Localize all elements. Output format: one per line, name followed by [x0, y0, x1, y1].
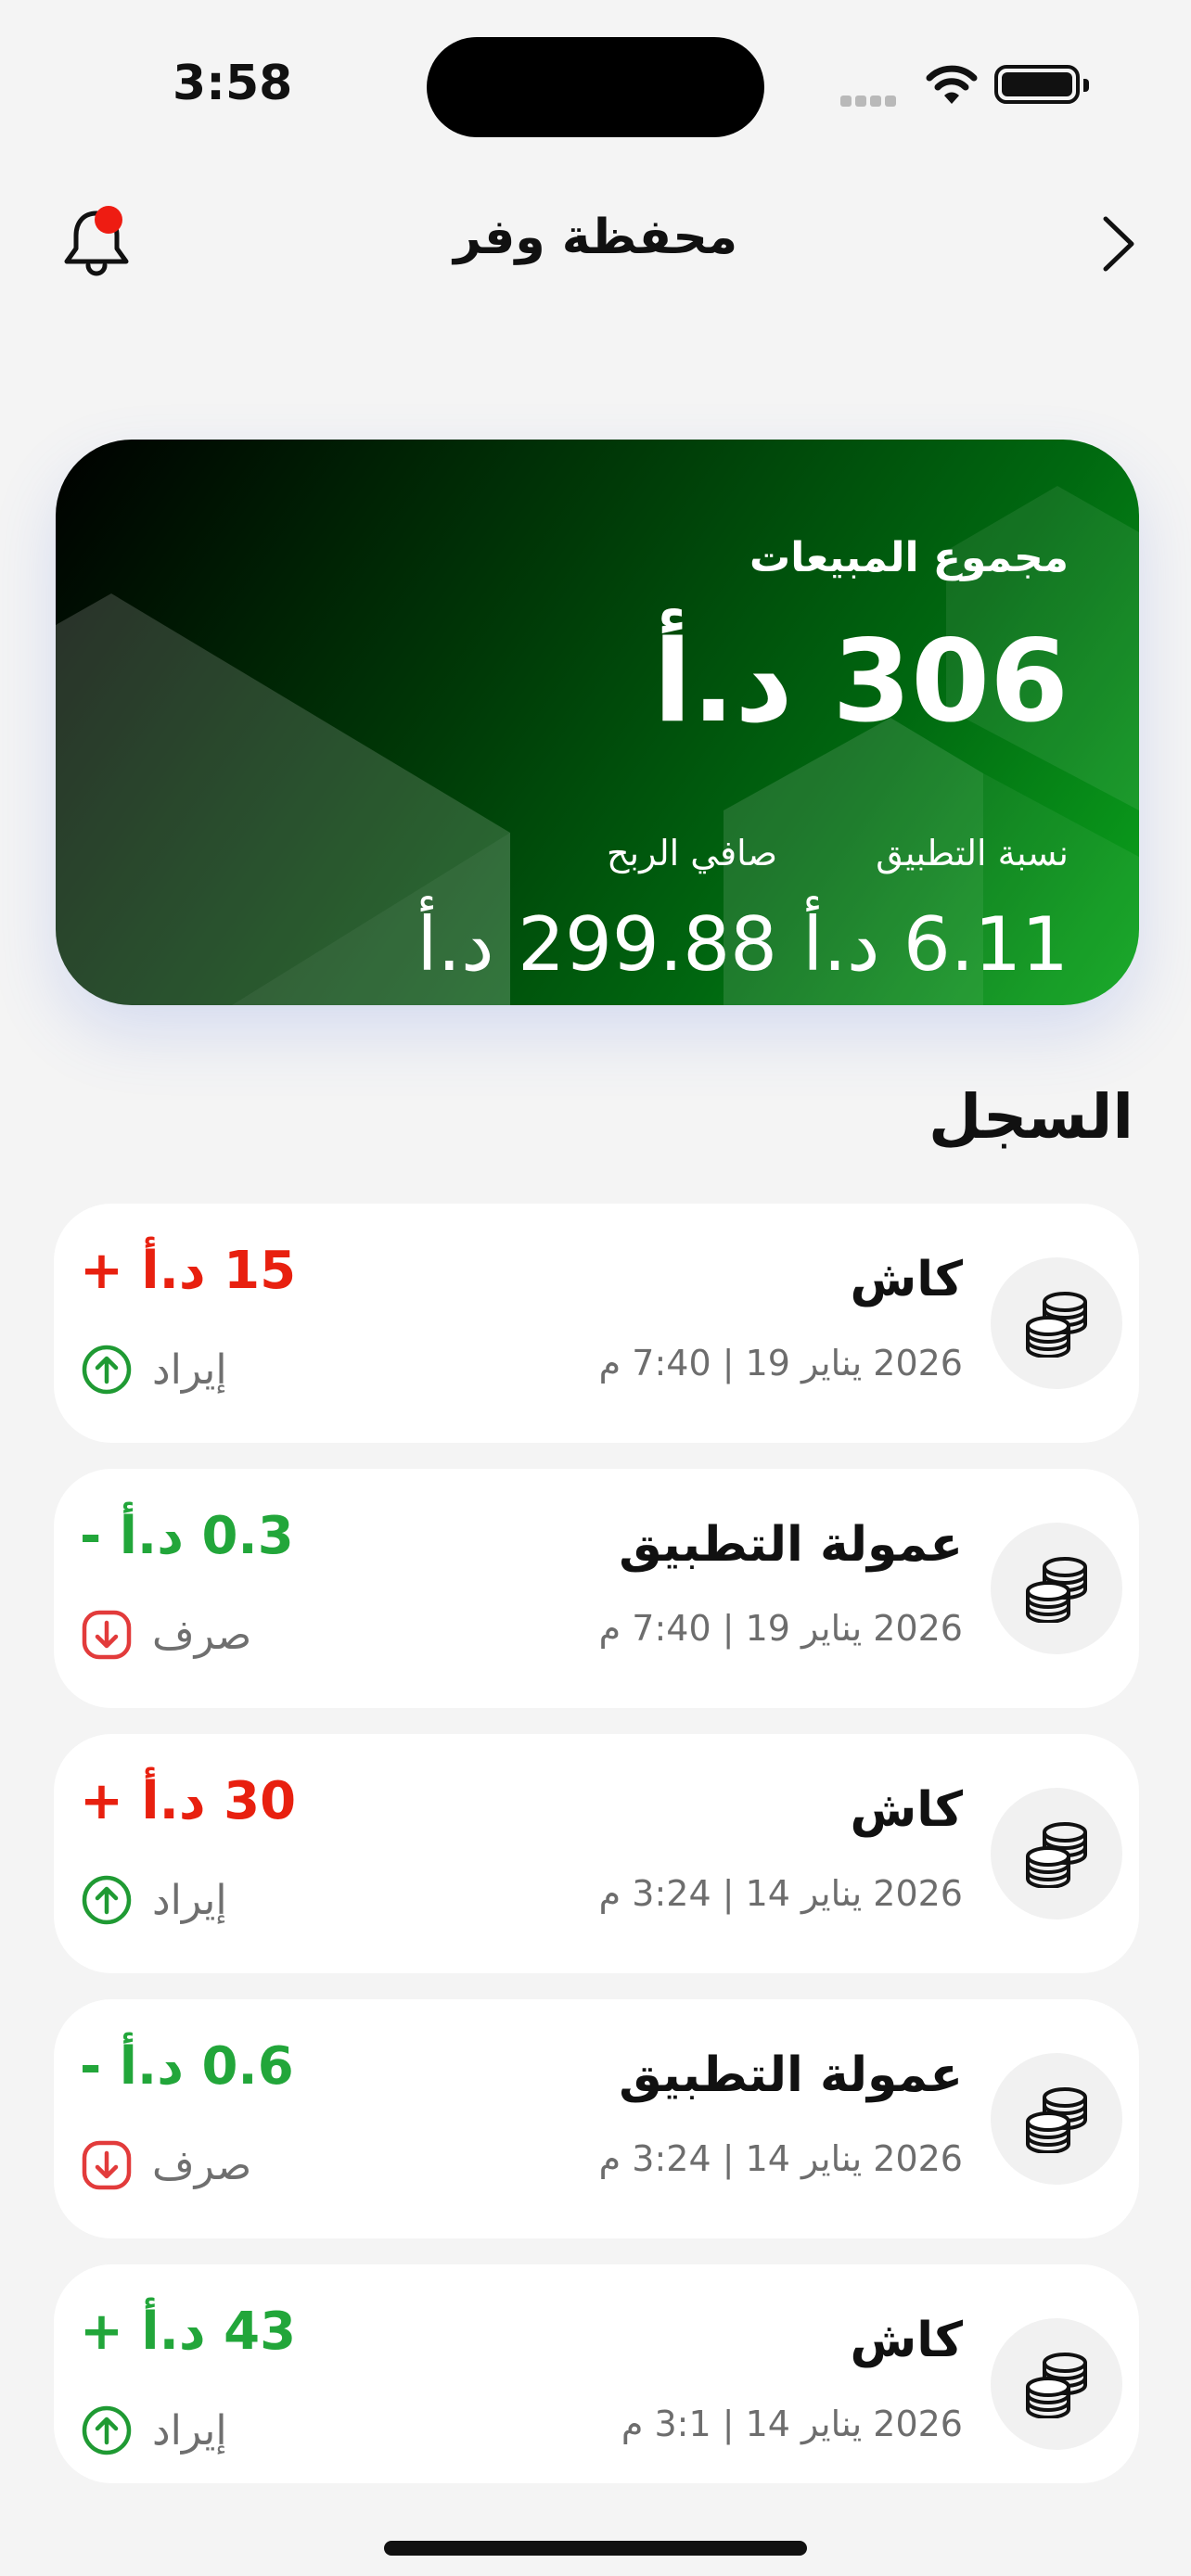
transaction-type: إيراد: [80, 2404, 227, 2457]
transaction-title: كاش: [850, 1252, 963, 1307]
wifi-icon: [926, 65, 978, 104]
battery-icon: [994, 65, 1089, 104]
transaction-amount: 15 د.أ +: [80, 1241, 297, 1301]
chevron-right-icon[interactable]: [1091, 211, 1146, 276]
transaction-type-label: صرف: [152, 1611, 252, 1659]
arrow-down-circle-icon: [80, 1608, 134, 1662]
status-time: 3:58: [173, 56, 293, 111]
page-title: محفظة وفر: [453, 210, 738, 265]
transaction-date: 2026 يناير 14 | 3:24 م: [598, 2138, 963, 2179]
transaction-amount: 0.3 د.أ -: [80, 1506, 294, 1566]
sales-summary-card: مجموع المبيعات 306 د.أ نسبة التطبيق 6.11…: [56, 440, 1139, 1005]
transaction-type: صرف: [80, 1608, 251, 1662]
coins-icon: [991, 1257, 1122, 1389]
transaction-type-label: إيراد: [152, 1876, 227, 1924]
transaction-amount: 0.6 د.أ -: [80, 2036, 294, 2097]
total-sales-label: مجموع المبيعات: [749, 534, 1069, 581]
transaction-type-label: صرف: [152, 2141, 252, 2189]
transaction-title: عمولة التطبيق: [619, 2047, 963, 2103]
home-indicator: [384, 2541, 807, 2556]
transaction-date: 2026 يناير 14 | 3:24 م: [598, 1873, 963, 1914]
transaction-title: كاش: [850, 2313, 963, 2368]
transaction-amount: 43 د.أ +: [80, 2302, 297, 2362]
history-title: السجل: [928, 1081, 1133, 1153]
transaction-list: كاش 2026 يناير 19 | 7:40 م 15 د.أ + إيرا…: [54, 1204, 1139, 2509]
transaction-type: إيراد: [80, 1873, 227, 1927]
arrow-up-circle-icon: [80, 2404, 134, 2457]
coins-icon: [991, 2318, 1122, 2450]
transaction-row[interactable]: كاش 2026 يناير 19 | 7:40 م 15 د.أ + إيرا…: [54, 1204, 1139, 1443]
coins-icon: [991, 1788, 1122, 1919]
transaction-row[interactable]: عمولة التطبيق 2026 يناير 14 | 3:24 م 0.6…: [54, 1999, 1139, 2238]
transaction-type: إيراد: [80, 1343, 227, 1396]
cellular-signal-icon: [840, 93, 900, 110]
transaction-type: صرف: [80, 2138, 251, 2192]
transaction-type-label: إيراد: [152, 1345, 227, 1394]
coins-icon: [991, 1523, 1122, 1654]
transaction-date: 2026 يناير 19 | 7:40 م: [598, 1608, 963, 1649]
net-profit-label: صافي الربح: [607, 833, 777, 874]
total-sales-value: 306 د.أ: [653, 616, 1069, 747]
transaction-amount: 30 د.أ +: [80, 1771, 297, 1831]
app-share-label: نسبة التطبيق: [876, 833, 1069, 874]
arrow-up-circle-icon: [80, 1873, 134, 1927]
transaction-type-label: إيراد: [152, 2406, 227, 2455]
transaction-row[interactable]: عمولة التطبيق 2026 يناير 19 | 7:40 م 0.3…: [54, 1469, 1139, 1708]
transaction-row[interactable]: كاش 2026 يناير 14 | 3:1 م 43 د.أ + إيراد: [54, 2264, 1139, 2483]
arrow-up-circle-icon: [80, 1343, 134, 1396]
arrow-down-circle-icon: [80, 2138, 134, 2192]
transaction-date: 2026 يناير 14 | 3:1 م: [621, 2404, 963, 2444]
transaction-title: عمولة التطبيق: [619, 1517, 963, 1573]
net-profit-value: 299.88 د.أ: [416, 901, 777, 988]
transaction-date: 2026 يناير 19 | 7:40 م: [598, 1343, 963, 1384]
transaction-row[interactable]: كاش 2026 يناير 14 | 3:24 م 30 د.أ + إيرا…: [54, 1734, 1139, 1973]
dynamic-island: [427, 37, 764, 137]
app-share-value: 6.11 د.أ: [802, 901, 1069, 988]
coins-icon: [991, 2053, 1122, 2185]
transaction-title: كاش: [850, 1782, 963, 1838]
